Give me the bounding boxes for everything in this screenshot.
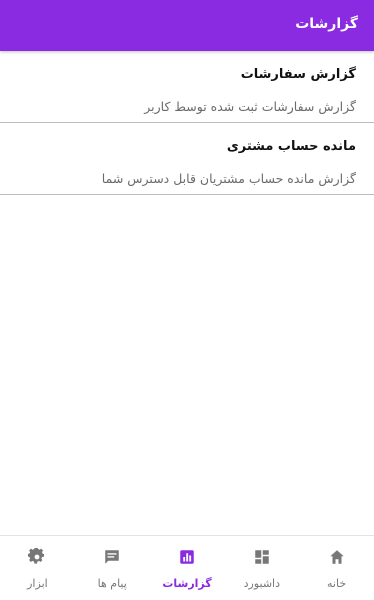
report-title: گزارش سفارشات	[240, 67, 356, 82]
message-icon	[105, 550, 119, 564]
nav-label: خانه	[327, 577, 347, 590]
report-description: گزارش مانده حساب مشتریان قابل دسترس شما	[101, 171, 356, 186]
report-title: مانده حساب مشتری	[226, 139, 356, 154]
bar-chart-icon	[180, 550, 194, 564]
reports-list: گزارش سفارشات گزارش سفارشات ثبت شده توسط…	[0, 51, 374, 195]
bottom-navigation: خانه داشبورد گزارشات پیام ها ابزار	[0, 535, 374, 600]
nav-label: پیام ها	[97, 577, 127, 590]
gear-icon	[28, 548, 45, 564]
nav-item-home[interactable]: خانه	[299, 536, 374, 600]
report-item-customer-balance[interactable]: مانده حساب مشتری گزارش مانده حساب مشتریا…	[0, 123, 374, 195]
report-description: گزارش سفارشات ثبت شده توسط کاربر	[144, 99, 356, 114]
nav-item-dashboard[interactable]: داشبورد	[224, 536, 299, 600]
nav-label: ابزار	[27, 577, 48, 590]
report-item-orders[interactable]: گزارش سفارشات گزارش سفارشات ثبت شده توسط…	[0, 51, 374, 123]
app-bar: گزارشات	[0, 0, 374, 51]
nav-item-reports[interactable]: گزارشات	[150, 536, 225, 600]
nav-item-messages[interactable]: پیام ها	[75, 536, 150, 600]
home-icon	[329, 550, 344, 564]
page-title: گزارشات	[295, 16, 358, 32]
nav-item-tools[interactable]: ابزار	[0, 536, 75, 600]
nav-label: داشبورد	[243, 577, 280, 590]
nav-label: گزارشات	[162, 577, 212, 590]
dashboard-icon	[255, 550, 269, 564]
